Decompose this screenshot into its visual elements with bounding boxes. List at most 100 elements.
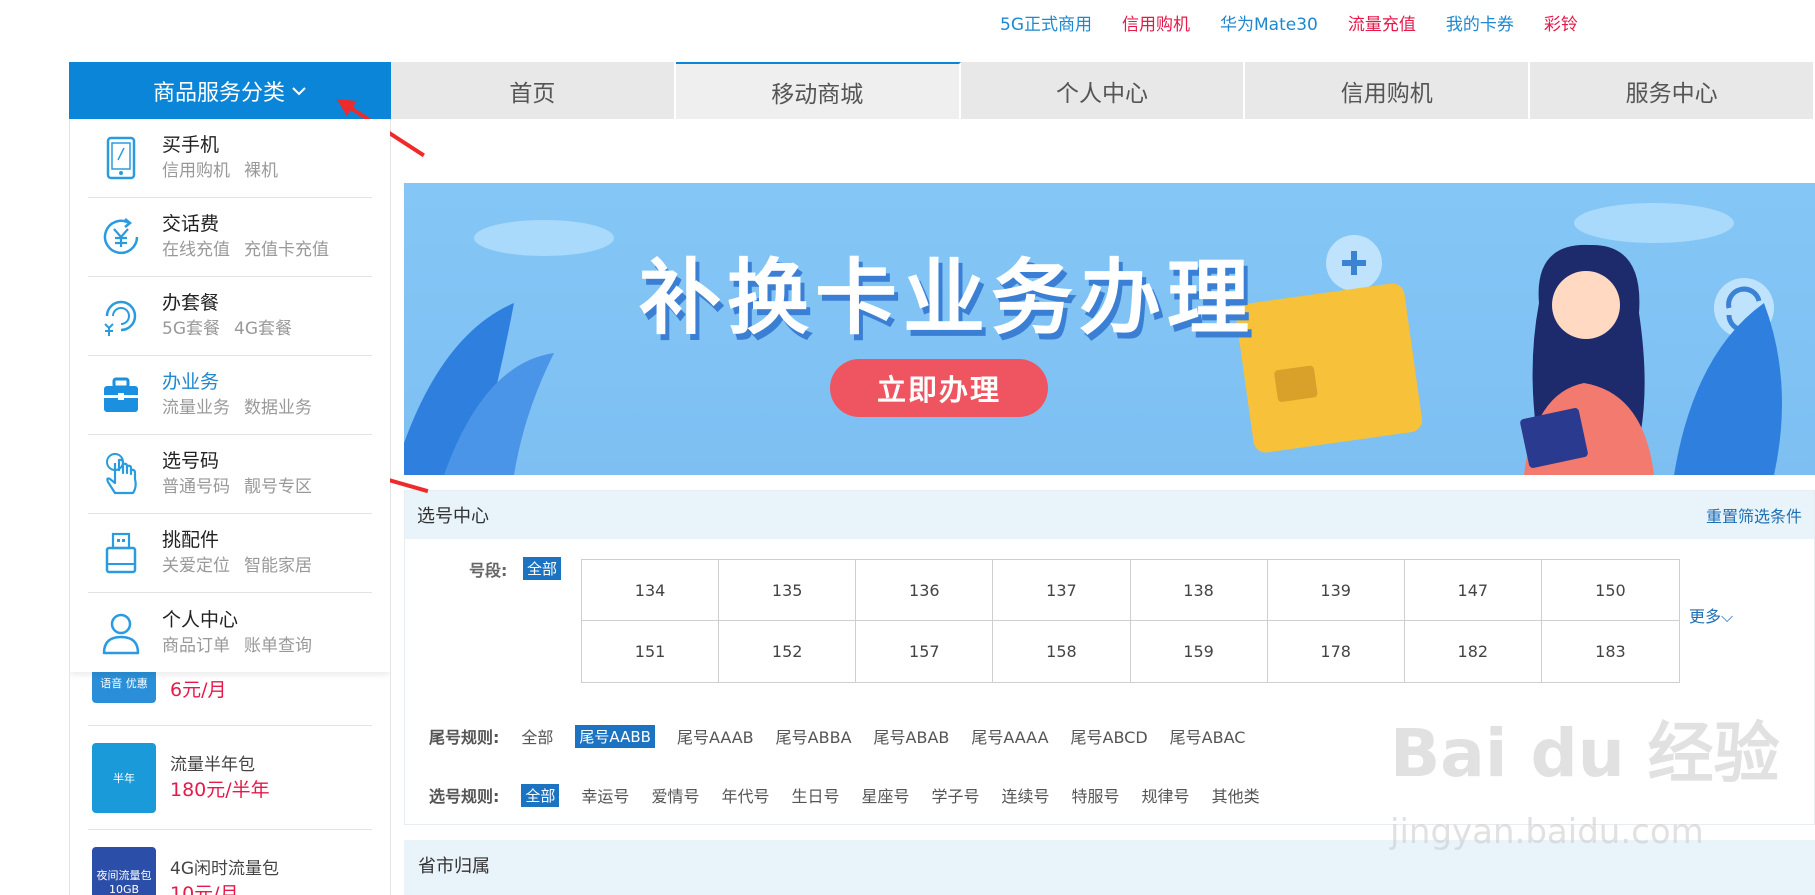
- menu-title[interactable]: 买手机: [162, 132, 292, 158]
- tab-mobile-mall[interactable]: 移动商城: [675, 62, 961, 119]
- tab-service-center[interactable]: 服务中心: [1530, 62, 1815, 119]
- menu-item-buy-phone[interactable]: 买手机 信用购机 裸机: [88, 119, 372, 198]
- menu-sub-link[interactable]: 商品订单: [162, 636, 230, 656]
- pick-option[interactable]: 爱情号: [651, 783, 699, 807]
- pick-option[interactable]: 学子号: [932, 783, 980, 807]
- tail-option[interactable]: 尾号AAAA: [971, 724, 1048, 748]
- chevron-down-icon: [291, 80, 307, 101]
- menu-item-accessories[interactable]: 挑配件 关爱定位 智能家居: [88, 514, 372, 593]
- sidebar: 买手机 信用购机裸机 交话费 在线充值充值卡充值 办套餐 5G套餐 4G套餐: [69, 119, 391, 895]
- segment-cell[interactable]: 135: [719, 560, 857, 621]
- menu-title[interactable]: 挑配件: [162, 527, 326, 553]
- reset-filters-link[interactable]: 重置筛选条件: [1706, 503, 1802, 527]
- segment-cell[interactable]: 138: [1130, 560, 1268, 621]
- menu-item-business[interactable]: 办业务 流量业务 数据业务: [88, 356, 372, 435]
- tab-home[interactable]: 首页: [391, 62, 676, 119]
- menu-title[interactable]: 交话费: [162, 211, 343, 237]
- user-icon: [94, 606, 148, 660]
- segment-cell[interactable]: 134: [582, 560, 720, 621]
- menu-sub-link[interactable]: 在线充值: [162, 240, 230, 260]
- menu-sub-link[interactable]: 普通号码: [162, 477, 230, 497]
- banner-action-button[interactable]: 立即办理: [830, 359, 1048, 417]
- menu-title[interactable]: 办套餐: [162, 290, 306, 316]
- segment-cell[interactable]: 152: [719, 621, 857, 682]
- promo-item[interactable]: 半年 流量半年包 180元/半年: [88, 726, 372, 830]
- pick-option[interactable]: 年代号: [721, 783, 769, 807]
- promo-banner[interactable]: 补换卡业务办理 立即办理: [404, 183, 1815, 475]
- pick-option[interactable]: 幸运号: [581, 783, 629, 807]
- segment-cell[interactable]: 158: [993, 621, 1131, 682]
- tab-personal-center[interactable]: 个人中心: [960, 62, 1246, 119]
- menu-sub-link[interactable]: 靓号专区: [244, 477, 312, 497]
- menu-sub-link[interactable]: 数据业务: [244, 398, 312, 418]
- top-link-credit-phone[interactable]: 信用购机: [1122, 10, 1190, 38]
- menu-item-personal-center[interactable]: 个人中心 商品订单 账单查询: [88, 593, 372, 672]
- menu-sub-link[interactable]: 关爱定位: [162, 556, 230, 576]
- category-dropdown-menu: 买手机 信用购机裸机 交话费 在线充值充值卡充值 办套餐 5G套餐 4G套餐: [70, 119, 390, 672]
- segment-cell[interactable]: 147: [1404, 560, 1542, 621]
- top-link-huawei[interactable]: 华为Mate30: [1220, 10, 1318, 38]
- top-link-coupons[interactable]: 我的卡券: [1446, 10, 1514, 38]
- promo-thumb-text: 夜间流量包 10GB: [96, 869, 152, 895]
- pick-option[interactable]: 特服号: [1072, 783, 1120, 807]
- top-link-5g[interactable]: 5G正式商用: [1000, 10, 1092, 38]
- pick-option[interactable]: 规律号: [1142, 783, 1190, 807]
- promo-title: 4G闲时流量包: [170, 858, 279, 879]
- menu-sub-link[interactable]: 流量业务: [162, 398, 230, 418]
- pick-option[interactable]: 星座号: [861, 783, 909, 807]
- pick-rule-row: 选号规则: 全部 幸运号 爱情号 年代号 生日号 星座号 学子号 连续号 特服号…: [429, 783, 1260, 807]
- tail-option[interactable]: 尾号ABAB: [874, 724, 950, 748]
- top-link-ringtone[interactable]: 彩铃: [1544, 10, 1578, 38]
- menu-sub-link[interactable]: 信用购机: [162, 161, 230, 181]
- tail-rule-label: 尾号规则:: [429, 728, 500, 747]
- segment-cell[interactable]: 151: [582, 621, 720, 682]
- top-link-data-recharge[interactable]: 流量充值: [1348, 10, 1416, 38]
- pick-option[interactable]: 生日号: [791, 783, 839, 807]
- menu-title[interactable]: 办业务: [162, 369, 326, 395]
- segment-cell[interactable]: 150: [1541, 560, 1679, 621]
- segment-cell[interactable]: 183: [1542, 621, 1679, 682]
- tab-credit-phone[interactable]: 信用购机: [1245, 62, 1531, 119]
- promo-item[interactable]: 夜间流量包 10GB 4G闲时流量包 10元/月: [88, 830, 372, 895]
- watermark: Bai du 经验: [1390, 715, 1780, 792]
- segment-cell[interactable]: 182: [1405, 621, 1542, 682]
- menu-sub-link[interactable]: 账单查询: [244, 636, 312, 656]
- menu-item-pay-bill[interactable]: 交话费 在线充值 充值卡充值: [88, 198, 372, 277]
- tail-option[interactable]: 尾号ABBA: [776, 724, 852, 748]
- menu-item-plans[interactable]: 办套餐 5G套餐 4G套餐: [88, 277, 372, 356]
- panel-title: 选号中心: [417, 506, 489, 527]
- tail-option[interactable]: 全部: [521, 724, 553, 748]
- menu-item-select-number[interactable]: 选号码 普通号码 靓号专区: [88, 435, 372, 514]
- menu-sub-link[interactable]: 智能家居: [244, 556, 312, 576]
- tail-option[interactable]: 尾号AAAB: [677, 724, 754, 748]
- segment-cell[interactable]: 157: [856, 621, 994, 682]
- segment-cell[interactable]: 137: [993, 560, 1131, 621]
- menu-sub-link[interactable]: 4G套餐: [234, 319, 292, 339]
- menu-sub-link[interactable]: 充值卡充值: [244, 240, 329, 260]
- pick-option[interactable]: 其他类: [1212, 783, 1260, 807]
- tail-option[interactable]: 尾号ABAC: [1170, 724, 1246, 748]
- pick-option-selected[interactable]: 全部: [521, 783, 560, 807]
- tail-option-selected[interactable]: 尾号AABB: [575, 724, 655, 748]
- segment-cell[interactable]: 139: [1267, 560, 1405, 621]
- more-label: 更多: [1689, 607, 1722, 626]
- segment-cell[interactable]: 178: [1268, 621, 1405, 682]
- promo-thumb-text: 半年: [113, 771, 135, 785]
- hand-tap-icon: [94, 447, 148, 501]
- yuan-recharge-icon: [94, 210, 148, 264]
- province-title: 省市归属: [418, 856, 490, 877]
- segment-all-option[interactable]: 全部: [523, 557, 562, 580]
- promo-price: 180元/半年: [170, 778, 270, 801]
- tail-option[interactable]: 尾号ABCD: [1071, 724, 1148, 748]
- pick-option[interactable]: 连续号: [1002, 783, 1050, 807]
- tail-rule-row: 尾号规则: 全部 尾号AABB 尾号AAAB 尾号ABBA 尾号ABAB 尾号A…: [429, 724, 1245, 748]
- menu-title[interactable]: 选号码: [162, 448, 326, 474]
- menu-sub-link[interactable]: 5G套餐: [162, 319, 220, 339]
- menu-sub-link[interactable]: 裸机: [244, 161, 278, 181]
- segment-cell[interactable]: 159: [1131, 621, 1268, 682]
- promo-thumb-text: 语音 优惠: [100, 677, 148, 690]
- promo-thumbnail: 夜间流量包 10GB: [92, 846, 156, 895]
- segment-cell[interactable]: 136: [856, 560, 994, 621]
- segment-more-link[interactable]: 更多⌵: [1689, 603, 1733, 627]
- menu-title[interactable]: 个人中心: [162, 607, 326, 633]
